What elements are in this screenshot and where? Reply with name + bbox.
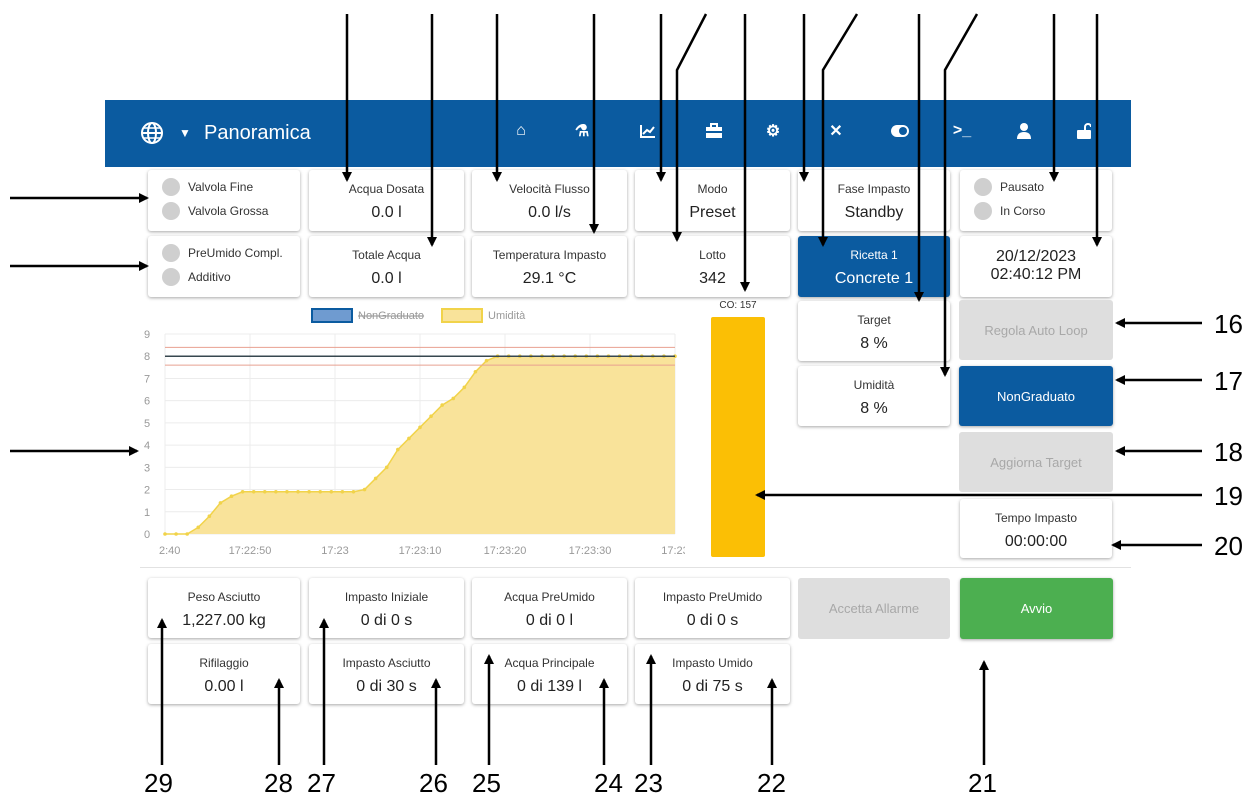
callout-23: 23	[634, 768, 663, 798]
callout-29: 29	[144, 768, 173, 798]
annotation-arrows	[10, 13, 1202, 765]
callout-18: 18	[1214, 437, 1243, 467]
callout-24: 24	[594, 768, 623, 798]
callout-16: 16	[1214, 309, 1243, 339]
callout-25: 25	[472, 768, 501, 798]
callout-26: 26	[419, 768, 448, 798]
callout-19: 19	[1214, 481, 1243, 511]
callout-28: 28	[264, 768, 293, 798]
callout-27: 27	[307, 768, 336, 798]
callout-22: 22	[757, 768, 786, 798]
callout-17: 17	[1214, 366, 1243, 396]
callout-21: 21	[968, 768, 997, 798]
callout-20: 20	[1214, 531, 1243, 561]
